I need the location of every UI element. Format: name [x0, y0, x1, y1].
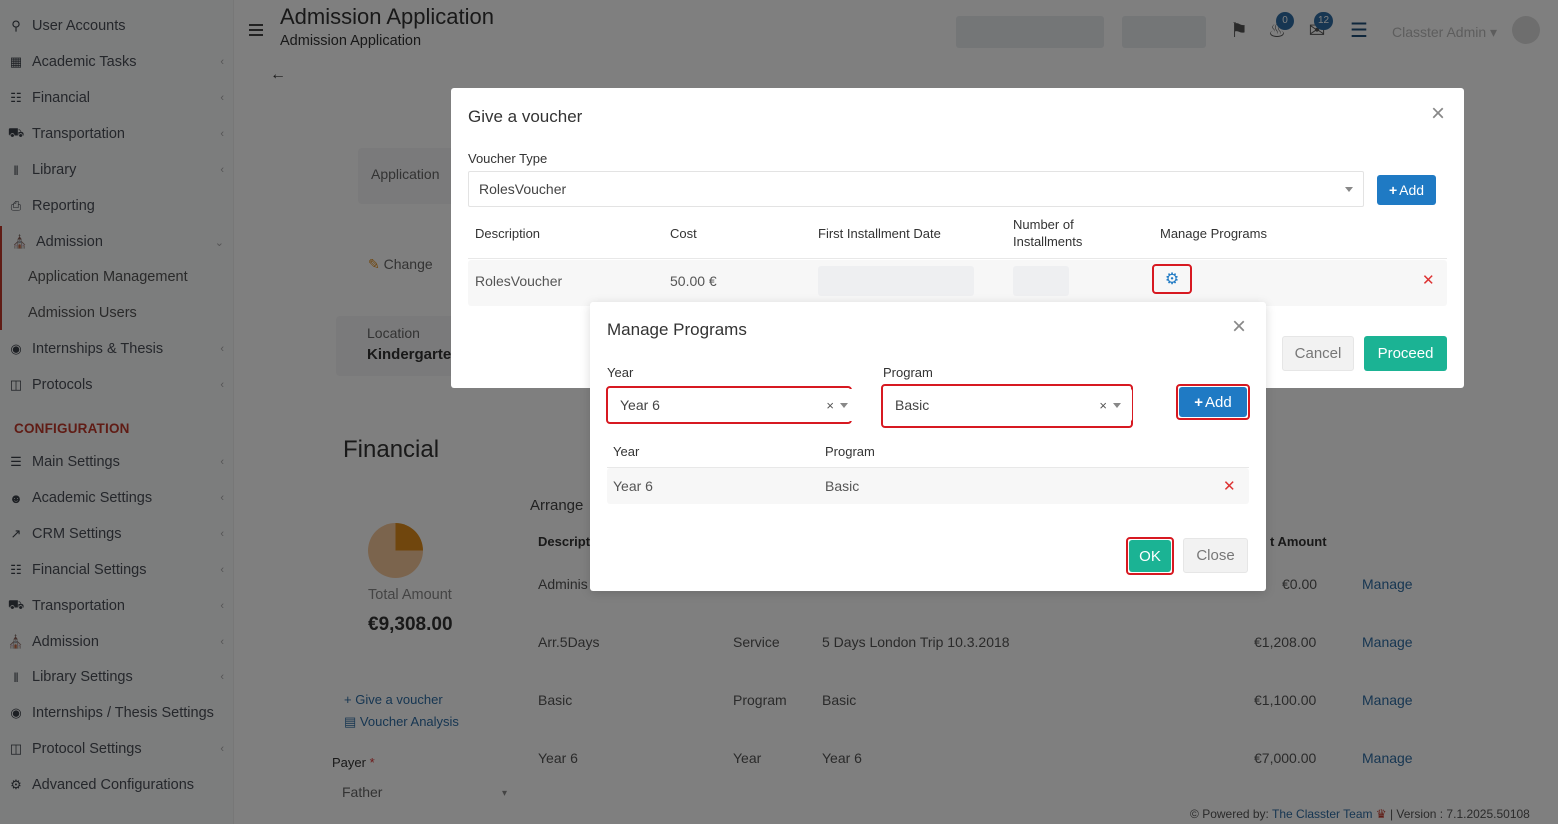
- year-label: Year: [607, 365, 634, 380]
- caret-down-icon: [840, 403, 848, 408]
- modal-title: Give a voucher: [468, 107, 583, 126]
- program-label: Program: [883, 365, 933, 380]
- clear-icon[interactable]: ×: [1099, 398, 1107, 413]
- first-installment-date-input[interactable]: [818, 266, 974, 296]
- row-program: Basic: [825, 478, 860, 494]
- modal-title: Manage Programs: [607, 320, 747, 339]
- header-num-installments-1: Number of: [1013, 217, 1074, 232]
- header-manage-programs: Manage Programs: [1160, 226, 1267, 241]
- cancel-label: Cancel: [1294, 345, 1342, 362]
- row-description: RolesVoucher: [475, 273, 563, 289]
- plus-icon: +: [1194, 393, 1204, 411]
- close-icon[interactable]: ×: [1431, 102, 1445, 126]
- delete-icon[interactable]: ✕: [1223, 477, 1236, 495]
- voucher-type-value: RolesVoucher: [479, 181, 567, 197]
- header-year: Year: [613, 444, 640, 459]
- header-first-installment: First Installment Date: [818, 226, 941, 241]
- caret-down-icon: [1113, 403, 1121, 408]
- close-icon[interactable]: ×: [1232, 315, 1246, 339]
- proceed-label: Proceed: [1377, 345, 1434, 362]
- year-select[interactable]: Year 6 ×: [609, 389, 859, 421]
- ok-button[interactable]: OK: [1129, 540, 1171, 572]
- row-background: [607, 468, 1249, 504]
- header-cost: Cost: [670, 226, 697, 241]
- close-button[interactable]: Close: [1183, 538, 1248, 573]
- voucher-type-select[interactable]: RolesVoucher: [468, 171, 1364, 207]
- row-year: Year 6: [613, 478, 653, 494]
- header-num-installments-2: Installments: [1013, 234, 1083, 249]
- year-value: Year 6: [620, 397, 660, 413]
- cancel-button[interactable]: Cancel: [1282, 336, 1354, 371]
- close-label: Close: [1196, 547, 1235, 564]
- ok-label: OK: [1139, 547, 1161, 565]
- proceed-button[interactable]: Proceed: [1364, 336, 1447, 371]
- add-voucher-button[interactable]: + Add: [1377, 175, 1436, 205]
- gears-icon[interactable]: ⚙: [1159, 270, 1185, 290]
- header-description: Description: [475, 226, 541, 241]
- program-select[interactable]: Basic ×: [884, 389, 1132, 421]
- add-label: Add: [1205, 393, 1232, 411]
- divider: [468, 258, 1447, 259]
- header-program: Program: [825, 444, 875, 459]
- caret-down-icon: [1345, 187, 1353, 192]
- manage-programs-modal: Manage Programs × Year Year 6 × Program …: [590, 302, 1266, 591]
- add-program-button[interactable]: + Add: [1179, 387, 1247, 417]
- program-value: Basic: [895, 397, 930, 413]
- add-label: Add: [1399, 182, 1425, 198]
- delete-icon[interactable]: ✕: [1422, 271, 1435, 289]
- voucher-type-label: Voucher Type: [468, 151, 548, 166]
- num-installments-input[interactable]: [1013, 266, 1069, 296]
- row-cost: 50.00 €: [670, 273, 717, 289]
- clear-icon[interactable]: ×: [826, 398, 834, 413]
- plus-icon: +: [1388, 182, 1398, 198]
